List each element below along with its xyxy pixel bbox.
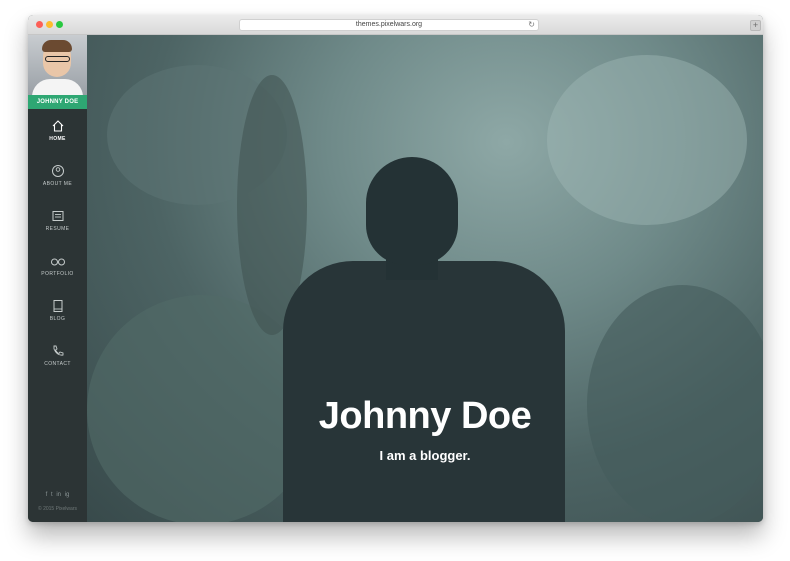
nav-label-about: ABOUT ME <box>42 181 73 187</box>
copyright-text: © 2015 Pixelwars <box>38 506 77 512</box>
nav-label-contact: CONTACT <box>44 361 71 367</box>
avatar-hair <box>42 40 72 52</box>
close-window-button[interactable] <box>36 21 43 28</box>
hero-subtitle: I am a blogger. <box>379 448 471 463</box>
address-bar[interactable]: themes.pixelwars.org ↻ <box>239 19 539 31</box>
hero-foliage <box>587 285 763 522</box>
nav-item-home[interactable]: HOME <box>28 119 87 159</box>
hero-title: Johnny Doe <box>318 395 532 437</box>
browser-window: themes.pixelwars.org ↻ + JOHNNY DOE HOME… <box>28 15 763 522</box>
nav-item-portfolio[interactable]: PORTFOLIO <box>28 254 87 294</box>
user-icon <box>51 165 64 177</box>
nav-item-about[interactable]: ABOUT ME <box>28 164 87 204</box>
browser-toolbar: themes.pixelwars.org ↻ + <box>28 15 763 35</box>
hero-person-head <box>366 157 458 265</box>
profile-name: JOHNNY DOE <box>28 95 87 109</box>
avatar <box>28 35 87 95</box>
url-text: themes.pixelwars.org <box>355 21 423 28</box>
nav-item-contact[interactable]: CONTACT <box>28 344 87 384</box>
linkedin-icon[interactable]: in <box>56 490 61 500</box>
minimize-window-button[interactable] <box>46 21 53 28</box>
social-links: f t in ig <box>28 490 87 500</box>
nav-label-resume: RESUME <box>45 226 70 232</box>
blog-icon <box>53 300 62 312</box>
reload-icon[interactable]: ↻ <box>528 20 535 30</box>
maximize-window-button[interactable] <box>56 21 63 28</box>
sidebar: JOHNNY DOE HOME ABOUT ME RESUME PORTFOLI… <box>28 35 87 522</box>
avatar-shirt <box>32 79 83 95</box>
nav-item-blog[interactable]: BLOG <box>28 299 87 339</box>
nav-item-resume[interactable]: RESUME <box>28 209 87 249</box>
hero-person-body <box>283 261 565 522</box>
home-icon <box>52 120 63 132</box>
new-tab-button[interactable]: + <box>750 20 761 31</box>
nav-label-home: HOME <box>49 136 66 142</box>
hero-foliage <box>547 55 747 225</box>
instagram-icon[interactable]: ig <box>65 490 70 500</box>
nav-label-portfolio: PORTFOLIO <box>41 271 74 277</box>
phone-icon <box>53 345 63 356</box>
nav-label-blog: BLOG <box>49 316 66 322</box>
hero-section: Johnny Doe I am a blogger. <box>87 35 763 522</box>
twitter-icon[interactable]: t <box>51 490 53 500</box>
facebook-icon[interactable]: f <box>46 490 48 500</box>
resume-icon <box>52 211 63 221</box>
glasses-icon <box>50 258 65 266</box>
avatar-glasses <box>45 56 70 62</box>
